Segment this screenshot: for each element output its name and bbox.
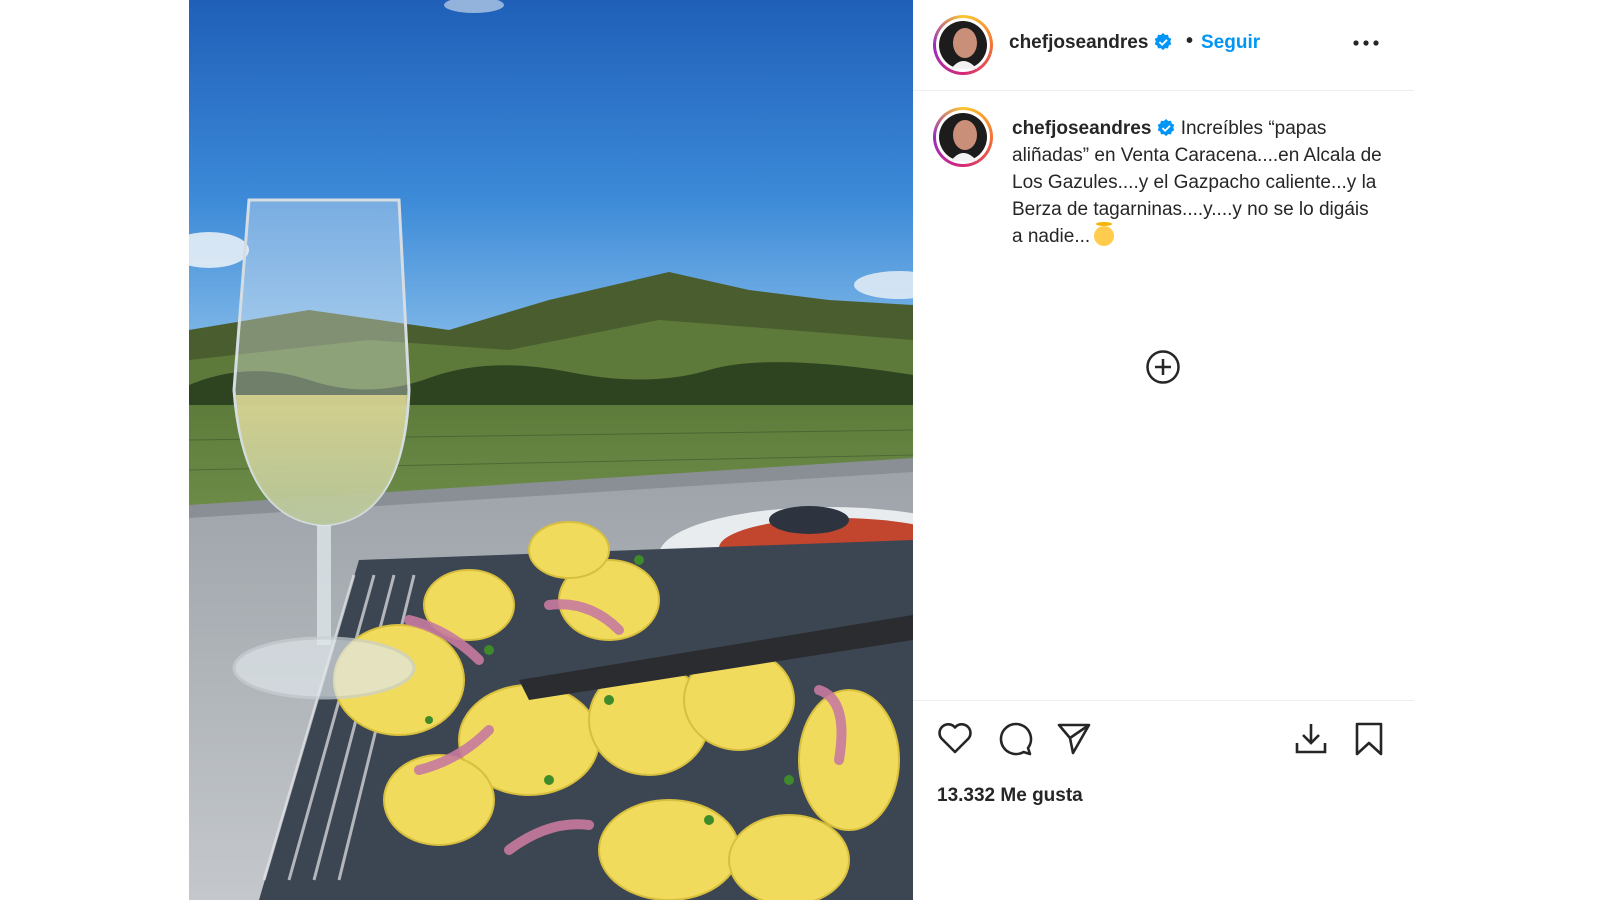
post-side-panel: chefjoseandres • Seguir chefjoseandres I… xyxy=(913,0,1414,900)
photo-papas-alinadas xyxy=(189,0,913,900)
verified-badge-icon xyxy=(1158,119,1175,137)
smiling-face-with-halo-icon xyxy=(1094,222,1115,246)
action-bar xyxy=(913,700,1414,761)
header-username-text[interactable]: chefjoseandres xyxy=(1009,32,1148,53)
separator-dot: • xyxy=(1186,30,1194,52)
verified-badge-icon xyxy=(1155,33,1172,51)
plus-circle-icon[interactable] xyxy=(1145,349,1181,385)
heart-icon[interactable] xyxy=(937,721,973,755)
avatar-photo-icon xyxy=(939,113,987,161)
avatar[interactable] xyxy=(933,15,993,75)
post-photo[interactable] xyxy=(189,0,913,900)
caption-text: chefjoseandres Increíbles “papas aliñada… xyxy=(1012,115,1382,250)
instagram-post: chefjoseandres • Seguir chefjoseandres I… xyxy=(189,0,1414,900)
post-header: chefjoseandres • Seguir xyxy=(913,0,1414,91)
avatar-photo-icon xyxy=(939,21,987,69)
send-icon[interactable] xyxy=(1056,721,1092,757)
header-username[interactable]: chefjoseandres xyxy=(1009,32,1172,54)
comment-icon[interactable] xyxy=(997,721,1033,757)
follow-button[interactable]: Seguir xyxy=(1201,32,1260,54)
download-icon[interactable] xyxy=(1293,721,1329,757)
bookmark-icon[interactable] xyxy=(1353,721,1385,757)
likes-count[interactable]: 13.332 Me gusta xyxy=(937,785,1083,807)
more-horizontal-icon[interactable] xyxy=(1353,33,1379,53)
caption-avatar[interactable] xyxy=(933,107,993,167)
caption-username[interactable]: chefjoseandres xyxy=(1012,118,1151,139)
